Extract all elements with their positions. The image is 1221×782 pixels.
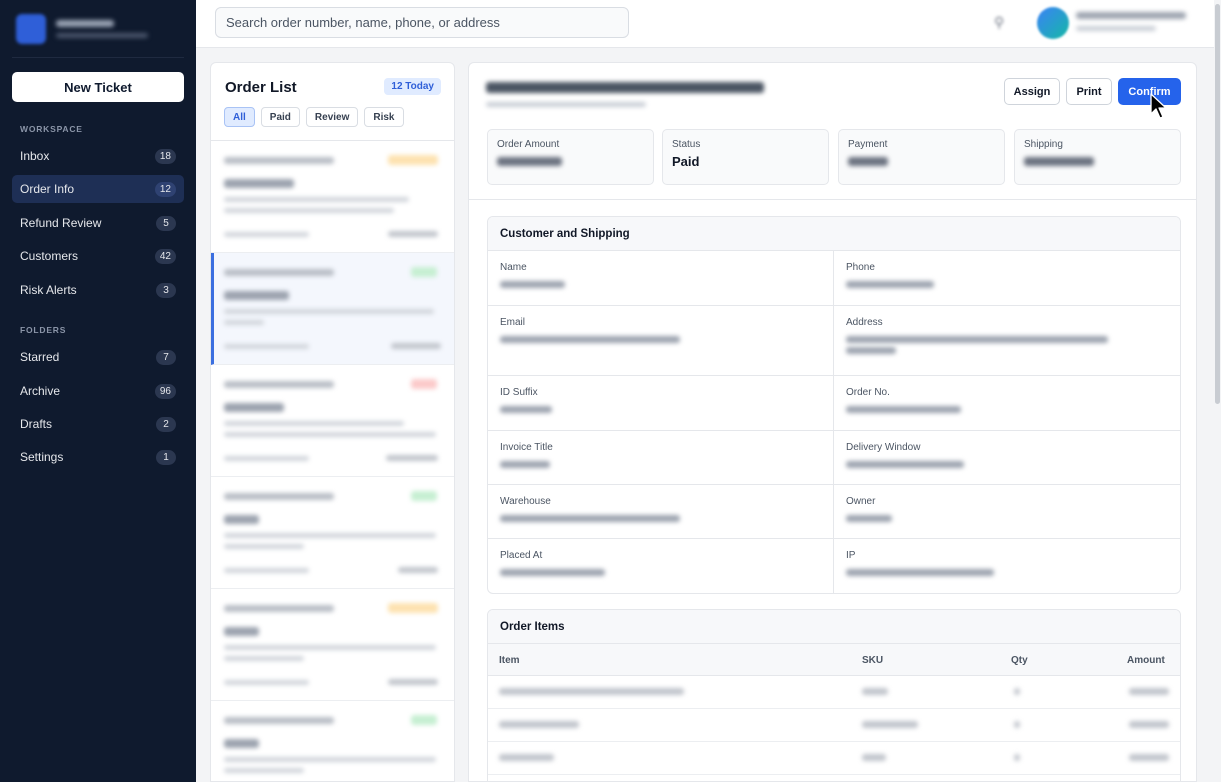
field-invoice-title: Invoice Title (488, 431, 834, 485)
brand-logo-icon (16, 13, 46, 44)
sidebar-item-label: Customers (20, 249, 79, 263)
filter-paid[interactable]: Paid (260, 107, 300, 127)
page-scrollbar[interactable] (1214, 0, 1221, 782)
new-ticket-button[interactable]: New Ticket (12, 72, 184, 102)
sidebar-item-label: Order Info (20, 182, 75, 196)
print-button[interactable]: Print (1066, 78, 1112, 105)
sidebar-item-label: Inbox (20, 149, 50, 163)
brand-name (56, 19, 148, 38)
stat-label: Order Amount (497, 139, 560, 150)
order-filters: All Paid Review Risk (224, 107, 404, 127)
payment-stat: Payment (838, 129, 1005, 185)
sidebar-item-count: 7 (156, 349, 176, 365)
field-placed-at: Placed At (488, 539, 834, 593)
order-list-title: Order List (225, 79, 297, 96)
order-list-panel: Order List 12 Today All Paid Review Risk (210, 62, 455, 782)
list-item[interactable] (211, 477, 454, 589)
sidebar-item-inbox[interactable]: Inbox 18 (12, 142, 184, 170)
assign-button[interactable]: Assign (1004, 78, 1060, 105)
list-item[interactable] (211, 365, 454, 477)
filter-all[interactable]: All (224, 107, 255, 127)
sidebar-item-order-info[interactable]: Order Info 12 (12, 175, 184, 203)
order-detail-panel: Assign Print Confirm Order Amount Status… (468, 62, 1197, 782)
list-item[interactable] (211, 141, 454, 253)
sidebar-item-count: 96 (154, 383, 176, 399)
field-warehouse: Warehouse (488, 485, 834, 539)
sidebar-item-starred[interactable]: Starred 7 (12, 343, 184, 371)
sidebar-item-risk-alerts[interactable]: Risk Alerts 3 (12, 276, 184, 304)
list-item[interactable] (211, 701, 454, 781)
stat-label: Status (672, 139, 701, 150)
field-delivery-window: Delivery Window (834, 431, 1180, 485)
sidebar-item-count: 42 (154, 248, 176, 264)
sidebar-item-label: Starred (20, 350, 60, 364)
sidebar-item-drafts[interactable]: Drafts 2 (12, 410, 184, 438)
field-phone: Phone (834, 251, 1180, 306)
scrollbar-thumb[interactable] (1215, 4, 1220, 404)
sidebar-item-count: 3 (156, 282, 176, 298)
sidebar-item-label: Refund Review (20, 216, 102, 230)
sidebar-item-archive[interactable]: Archive 96 (12, 377, 184, 405)
stat-label: Payment (848, 139, 888, 150)
sidebar-item-settings[interactable]: Settings 1 (12, 443, 184, 471)
customer-shipping-title: Customer and Shipping (488, 217, 1180, 251)
status-stat: Status Paid (662, 129, 829, 185)
stat-label: Shipping (1024, 139, 1063, 150)
sidebar: New Ticket WORKSPACE Inbox 18 Order Info… (0, 0, 196, 782)
search-icon[interactable]: ⚲ (994, 14, 1014, 34)
sidebar-item-label: Archive (20, 384, 61, 398)
status-value: Paid (672, 154, 700, 169)
column-sku: SKU (862, 655, 884, 666)
sidebar-item-label: Drafts (20, 417, 53, 431)
user-info (1076, 12, 1186, 31)
brand (12, 0, 184, 58)
order-detail-title (486, 82, 764, 107)
sidebar-item-count: 18 (154, 148, 176, 164)
sidebar-item-count: 12 (154, 181, 176, 197)
filter-review[interactable]: Review (305, 107, 359, 127)
column-amount: Amount (1127, 655, 1165, 666)
table-row[interactable] (488, 709, 1180, 742)
sidebar-item-count: 2 (156, 416, 176, 432)
customer-shipping-card: Customer and Shipping Name Phone Email A… (487, 216, 1181, 594)
folders-section-label: FOLDERS (20, 325, 67, 335)
column-item: Item (499, 655, 520, 666)
filter-risk[interactable]: Risk (364, 107, 404, 127)
order-list-header: Order List 12 Today All Paid Review Risk (211, 63, 454, 141)
list-item[interactable] (211, 589, 454, 701)
sidebar-item-label: Risk Alerts (20, 283, 77, 297)
field-address: Address (834, 306, 1180, 376)
table-row[interactable] (488, 676, 1180, 709)
sidebar-item-count: 5 (156, 215, 176, 231)
avatar[interactable] (1037, 7, 1069, 39)
field-order-no: Order No. (834, 376, 1180, 431)
sidebar-item-refund-review[interactable]: Refund Review 5 (12, 209, 184, 237)
sidebar-item-label: Settings (20, 450, 64, 464)
field-owner: Owner (834, 485, 1180, 539)
field-ip: IP (834, 539, 1180, 593)
items-table-header: Item SKU Qty Amount (488, 644, 1180, 676)
sidebar-item-count: 1 (156, 449, 176, 465)
customer-fields-grid: Name Phone Email Address ID Suffix Order… (488, 251, 1180, 593)
order-items-card: Order Items Item SKU Qty Amount (487, 609, 1181, 781)
order-amount-stat: Order Amount (487, 129, 654, 185)
list-item[interactable] (211, 253, 454, 365)
mouse-cursor-icon (1150, 93, 1167, 119)
topbar: ⚲ (196, 0, 1221, 48)
field-id-suffix: ID Suffix (488, 376, 834, 431)
today-count-badge: 12 Today (384, 78, 441, 95)
field-name: Name (488, 251, 834, 306)
sidebar-item-customers[interactable]: Customers 42 (12, 242, 184, 270)
divider (469, 199, 1196, 200)
column-qty: Qty (1011, 655, 1028, 666)
workspace-section-label: WORKSPACE (20, 124, 83, 134)
shipping-stat: Shipping (1014, 129, 1181, 185)
field-email: Email (488, 306, 834, 376)
search-input[interactable] (215, 7, 629, 38)
table-row[interactable] (488, 742, 1180, 775)
order-items-title: Order Items (488, 610, 1180, 644)
